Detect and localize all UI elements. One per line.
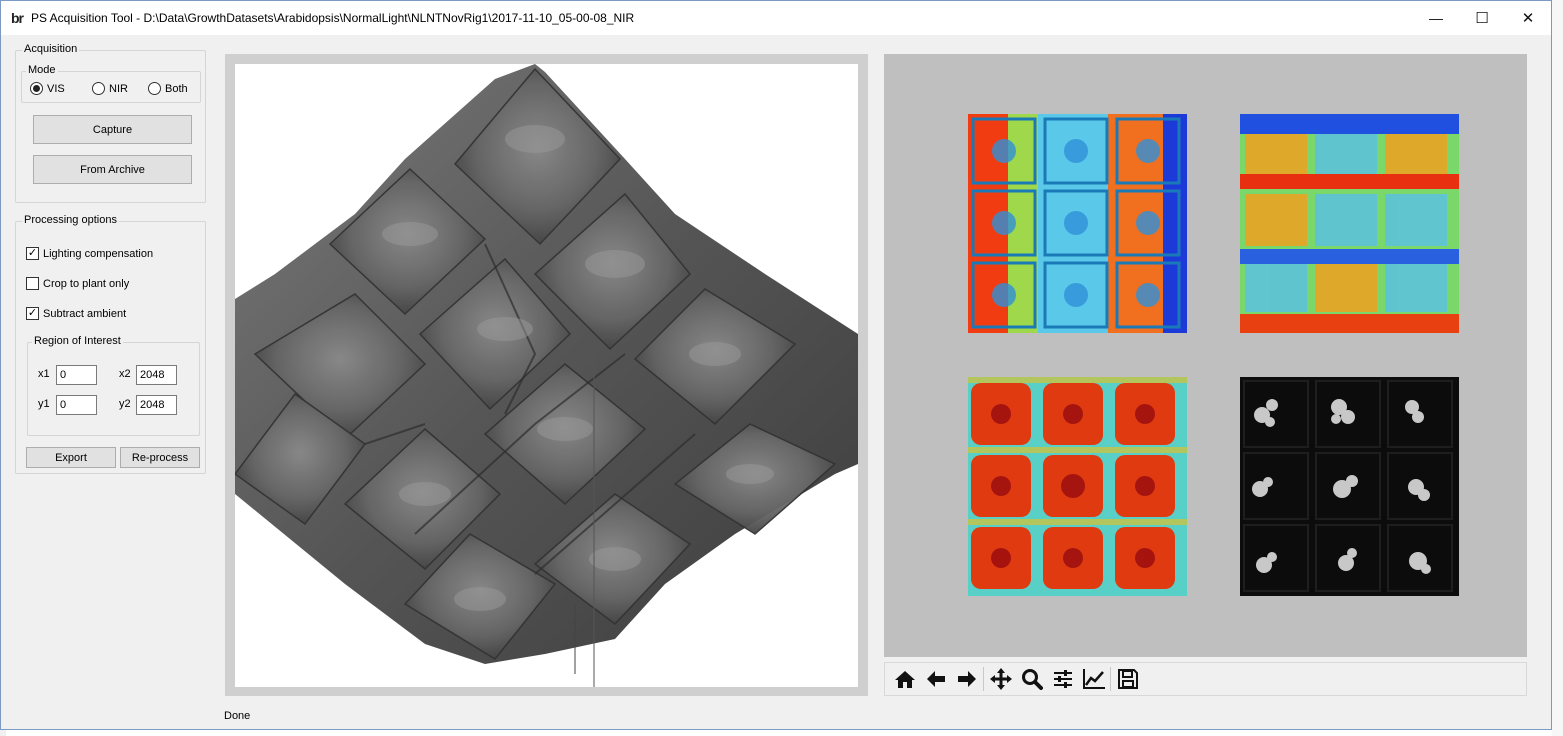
toolbar-separator	[1110, 667, 1111, 691]
roi-group-title: Region of Interest	[32, 335, 123, 347]
home-icon[interactable]	[889, 664, 920, 694]
x2-field[interactable]	[136, 365, 177, 385]
processing-options-group: Processing options ✓ Lighting compensati…	[15, 214, 206, 474]
radio-indicator	[148, 82, 161, 95]
maximize-icon: ☐	[1475, 10, 1489, 27]
heatmap-image-bottom-left	[968, 377, 1187, 596]
export-button[interactable]: Export	[26, 447, 116, 468]
close-button[interactable]: ✕	[1505, 1, 1551, 35]
mode-label: Both	[165, 82, 188, 95]
forward-arrow-icon[interactable]	[951, 664, 982, 694]
edit-axes-icon[interactable]	[1078, 664, 1109, 694]
surface-plot-panel	[225, 54, 868, 696]
radio-indicator	[92, 82, 105, 95]
x2-label: x2	[119, 368, 131, 380]
heatmap-render	[1240, 114, 1459, 333]
close-icon: ✕	[1521, 10, 1535, 27]
checkbox-unchecked-icon	[26, 277, 39, 290]
toolbar-separator	[983, 667, 984, 691]
processing-options-title: Processing options	[22, 214, 119, 226]
from-archive-button[interactable]: From Archive	[33, 155, 192, 184]
heatmap-render	[968, 114, 1187, 333]
reprocess-button[interactable]: Re-process	[120, 447, 200, 468]
y1-label: y1	[38, 398, 50, 410]
surface-plot-canvas[interactable]	[235, 64, 858, 687]
window-title: PS Acquisition Tool - D:\Data\GrowthData…	[31, 11, 635, 25]
plot-toolbar	[884, 662, 1527, 696]
y2-label: y2	[119, 398, 131, 410]
title-bar: br PS Acquisition Tool - D:\Data\GrowthD…	[1, 1, 1551, 35]
minimize-icon: —	[1429, 10, 1443, 26]
image-plot-panel[interactable]	[884, 54, 1527, 657]
x1-label: x1	[38, 368, 50, 380]
grayscale-image-bottom-right	[1240, 377, 1459, 596]
pan-icon[interactable]	[985, 664, 1016, 694]
mode-radio-vis[interactable]: VIS	[30, 82, 65, 95]
configure-subplots-icon[interactable]	[1047, 664, 1078, 694]
checkbox-label: Lighting compensation	[43, 247, 154, 260]
lighting-compensation-checkbox[interactable]: ✓ Lighting compensation	[26, 247, 153, 260]
x1-field[interactable]	[56, 365, 97, 385]
zoom-icon[interactable]	[1016, 664, 1047, 694]
checkbox-checked-icon: ✓	[26, 247, 39, 260]
capture-button[interactable]: Capture	[33, 115, 192, 144]
heatmap-image-top-right	[1240, 114, 1459, 333]
app-logo-icon: br	[11, 10, 24, 26]
heatmap-image-top-left	[968, 114, 1187, 333]
heatmap-render	[968, 377, 1187, 596]
mode-label: NIR	[109, 82, 128, 95]
crop-to-plant-checkbox[interactable]: Crop to plant only	[26, 277, 129, 290]
mode-radio-both[interactable]: Both	[148, 82, 188, 95]
checkbox-label: Crop to plant only	[43, 277, 130, 290]
grayscale-render	[1240, 377, 1459, 596]
y2-field[interactable]	[136, 395, 177, 415]
background-window-edge-right	[1552, 0, 1563, 736]
region-of-interest-group: Region of Interest x1 x2 y1 y2	[27, 335, 200, 436]
maximize-button[interactable]: ☐	[1459, 1, 1505, 35]
checkbox-checked-icon: ✓	[26, 307, 39, 320]
y1-field[interactable]	[56, 395, 97, 415]
radio-indicator	[30, 82, 43, 95]
status-label: Done	[224, 710, 251, 722]
mode-group: Mode VIS NIR Both	[21, 64, 201, 103]
minimize-button[interactable]: —	[1413, 1, 1459, 35]
mode-group-title: Mode	[26, 64, 58, 76]
checkbox-label: Subtract ambient	[43, 307, 127, 320]
surface-3d-render	[235, 64, 858, 687]
main-window: br PS Acquisition Tool - D:\Data\GrowthD…	[0, 0, 1552, 730]
back-arrow-icon[interactable]	[920, 664, 951, 694]
acquisition-group-title: Acquisition	[22, 43, 80, 55]
acquisition-group: Acquisition Mode VIS NIR Both Capture Fr…	[15, 43, 206, 203]
mode-label: VIS	[47, 82, 65, 95]
mode-radio-nir[interactable]: NIR	[92, 82, 128, 95]
save-icon[interactable]	[1112, 664, 1143, 694]
subtract-ambient-checkbox[interactable]: ✓ Subtract ambient	[26, 307, 126, 320]
